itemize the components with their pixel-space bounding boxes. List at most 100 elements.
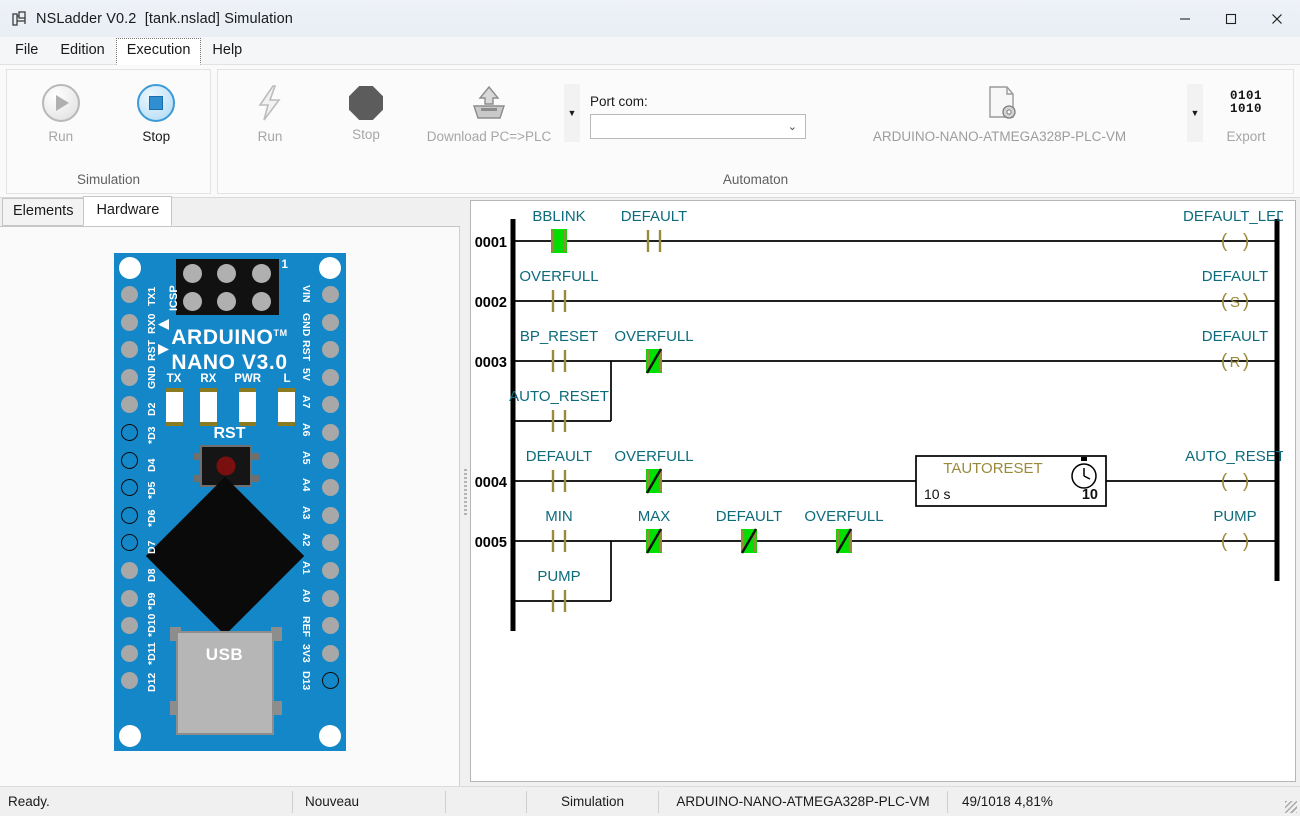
coil-PUMP[interactable]: () PUMP bbox=[1213, 508, 1256, 552]
pad-D12[interactable] bbox=[120, 672, 138, 690]
contact-label: OVERFULL bbox=[614, 328, 693, 345]
pad-D8[interactable] bbox=[120, 562, 138, 579]
pin-label-D2: D2 bbox=[145, 402, 158, 417]
device-config-button[interactable]: ARDUINO-NANO-ATMEGA328P-PLC-VM bbox=[812, 82, 1187, 146]
ladder-diagram-panel[interactable]: 0001 BBLINK DEFAULT () DEFAULT_LED 0002 OVERFU… bbox=[470, 200, 1296, 782]
rung-0003[interactable]: 0003 BP_RESET AUTO_RESET OVERFULL ()R DEFAULT bbox=[475, 328, 1277, 432]
contact-BP_RESET-NO[interactable]: BP_RESET bbox=[520, 328, 598, 372]
function-block-TAUTORESET[interactable]: TAUTORESET 10 s 10 bbox=[915, 455, 1107, 507]
pad-D7[interactable] bbox=[120, 534, 138, 552]
pad-sD5[interactable] bbox=[120, 479, 138, 497]
pad-A6[interactable] bbox=[321, 424, 339, 441]
coil-DEFAULT_LED[interactable]: () DEFAULT_LED bbox=[1183, 208, 1283, 252]
svg-text:(: ( bbox=[1221, 471, 1228, 492]
device-dropdown-arrow[interactable]: ▼ bbox=[1187, 84, 1203, 142]
minimize-button[interactable] bbox=[1162, 0, 1208, 37]
window-controls bbox=[1162, 0, 1300, 37]
contact-MAX-NC[interactable]: MAX bbox=[638, 508, 671, 554]
ladder-canvas[interactable]: 0001 BBLINK DEFAULT () DEFAULT_LED 0002 OVERFU… bbox=[471, 201, 1295, 781]
pad-sD9[interactable] bbox=[120, 589, 138, 607]
ribbon-group-automaton: Run Stop Download PC=>PLC ▼ Port com: ⌄ … bbox=[217, 69, 1294, 194]
pad-RST[interactable] bbox=[120, 341, 138, 359]
simulation-stop-button[interactable]: Stop bbox=[120, 82, 192, 146]
coil-DEFAULT[interactable]: ()S DEFAULT bbox=[1202, 268, 1268, 312]
pad-sD11[interactable] bbox=[120, 644, 138, 662]
download-dropdown-arrow[interactable]: ▼ bbox=[564, 84, 580, 142]
pad-VIN[interactable] bbox=[321, 286, 339, 303]
ribbon-toolbar: Run Stop Simulation Run Stop Download PC… bbox=[0, 65, 1300, 198]
automaton-run-label: Run bbox=[257, 129, 283, 144]
menu-item-file[interactable]: File bbox=[4, 38, 49, 64]
automaton-stop-button[interactable]: Stop bbox=[318, 82, 414, 144]
pad-3V3[interactable] bbox=[321, 644, 339, 662]
coil-AUTO_RESET[interactable]: () AUTO_RESET bbox=[1185, 448, 1283, 492]
pad-sD6[interactable] bbox=[120, 506, 138, 524]
contact-OVERFULL-NC[interactable]: OVERFULL bbox=[614, 328, 694, 374]
rung-0001[interactable]: 0001 BBLINK DEFAULT () DEFAULT_LED bbox=[475, 208, 1283, 253]
pad-RX0[interactable] bbox=[120, 313, 138, 331]
coil-DEFAULT[interactable]: ()R DEFAULT bbox=[1202, 328, 1268, 372]
pin-label-A1: A1 bbox=[299, 561, 312, 575]
pad-GND[interactable] bbox=[321, 313, 339, 331]
maximize-button[interactable] bbox=[1208, 0, 1254, 37]
pad-D13[interactable] bbox=[321, 672, 339, 690]
pad-RST[interactable] bbox=[321, 341, 339, 359]
pad-A1[interactable] bbox=[321, 562, 339, 579]
pad-D4[interactable] bbox=[120, 451, 138, 469]
coil-label: DEFAULT_LED bbox=[1183, 208, 1283, 225]
download-pc-to-plc-button[interactable]: Download PC=>PLC bbox=[414, 82, 564, 146]
pad-sD10[interactable] bbox=[120, 617, 138, 635]
panel-splitter[interactable] bbox=[460, 198, 470, 786]
pad-A7[interactable] bbox=[321, 396, 339, 414]
rung-0005[interactable]: 0005 MIN MAX DEFAULT OVERFULL PUMP () PUMP bbox=[475, 508, 1277, 612]
pad-sD3[interactable] bbox=[120, 424, 138, 441]
simulation-run-button[interactable]: Run bbox=[25, 82, 97, 146]
pin-label-A4: A4 bbox=[299, 478, 312, 492]
rung-0004[interactable]: 0004 DEFAULT OVERFULL TAUTORESET 10 s 10 () AUT… bbox=[475, 448, 1283, 507]
pad-A4[interactable] bbox=[321, 479, 339, 497]
pin-label-A6: A6 bbox=[299, 423, 312, 437]
pad-5V[interactable] bbox=[321, 368, 339, 386]
pad-D2[interactable] bbox=[120, 396, 138, 414]
tab-elements[interactable]: Elements bbox=[2, 198, 85, 226]
contact-OVERFULL-NO[interactable]: OVERFULL bbox=[519, 268, 599, 312]
resize-grip-icon[interactable] bbox=[1285, 801, 1297, 813]
contact-PUMP-NO[interactable]: PUMP bbox=[537, 568, 581, 612]
pad-A2[interactable] bbox=[321, 534, 339, 552]
upload-to-plc-icon bbox=[466, 84, 512, 122]
led-tx: TX bbox=[165, 373, 183, 426]
contact-OVERFULL-NC[interactable]: OVERFULL bbox=[804, 508, 884, 554]
splitter-grip bbox=[463, 469, 467, 515]
contact-DEFAULT-NO[interactable]: DEFAULT bbox=[526, 448, 592, 492]
svg-text:): ) bbox=[1243, 471, 1249, 492]
pad-A5[interactable] bbox=[321, 451, 339, 469]
menu-item-edition[interactable]: Edition bbox=[49, 38, 115, 64]
pad-GND[interactable] bbox=[120, 368, 138, 386]
coil-label: DEFAULT bbox=[1202, 328, 1268, 345]
pad-A0[interactable] bbox=[321, 589, 339, 607]
contact-MIN-NO[interactable]: MIN bbox=[545, 508, 573, 552]
contact-AUTO_RESET-NO[interactable]: AUTO_RESET bbox=[509, 388, 609, 432]
port-com-select[interactable]: ⌄ bbox=[590, 114, 806, 139]
automaton-run-button[interactable]: Run bbox=[222, 82, 318, 146]
pad-A3[interactable] bbox=[321, 506, 339, 524]
menu-item-execution[interactable]: Execution bbox=[115, 38, 202, 65]
contact-DEFAULT-NO[interactable]: DEFAULT bbox=[621, 208, 687, 252]
lightning-icon bbox=[251, 84, 289, 122]
contact-label: OVERFULL bbox=[804, 508, 883, 525]
arduino-nano-board[interactable]: ICSP 1 ARDUINOTM NANO V3.0 TX RX PWR L R… bbox=[113, 253, 346, 751]
contact-label: PUMP bbox=[537, 568, 580, 585]
pad-REF[interactable] bbox=[321, 617, 339, 635]
svg-text:(: ( bbox=[1221, 531, 1228, 552]
export-button[interactable]: 0101 1010 Export bbox=[1203, 82, 1289, 146]
tab-hardware[interactable]: Hardware bbox=[83, 196, 173, 226]
contact-OVERFULL-NC[interactable]: OVERFULL bbox=[614, 448, 694, 494]
contact-DEFAULT-NC[interactable]: DEFAULT bbox=[716, 508, 782, 554]
menu-item-help[interactable]: Help bbox=[201, 38, 253, 64]
rung-number: 0001 bbox=[475, 235, 507, 251]
ribbon-group-simulation-caption: Simulation bbox=[76, 172, 141, 187]
contact-BBLINK-NO[interactable]: BBLINK bbox=[532, 208, 586, 253]
pad-TX1[interactable] bbox=[120, 286, 138, 303]
rung-0002[interactable]: 0002 OVERFULL ()S DEFAULT bbox=[475, 268, 1277, 312]
close-button[interactable] bbox=[1254, 0, 1300, 37]
